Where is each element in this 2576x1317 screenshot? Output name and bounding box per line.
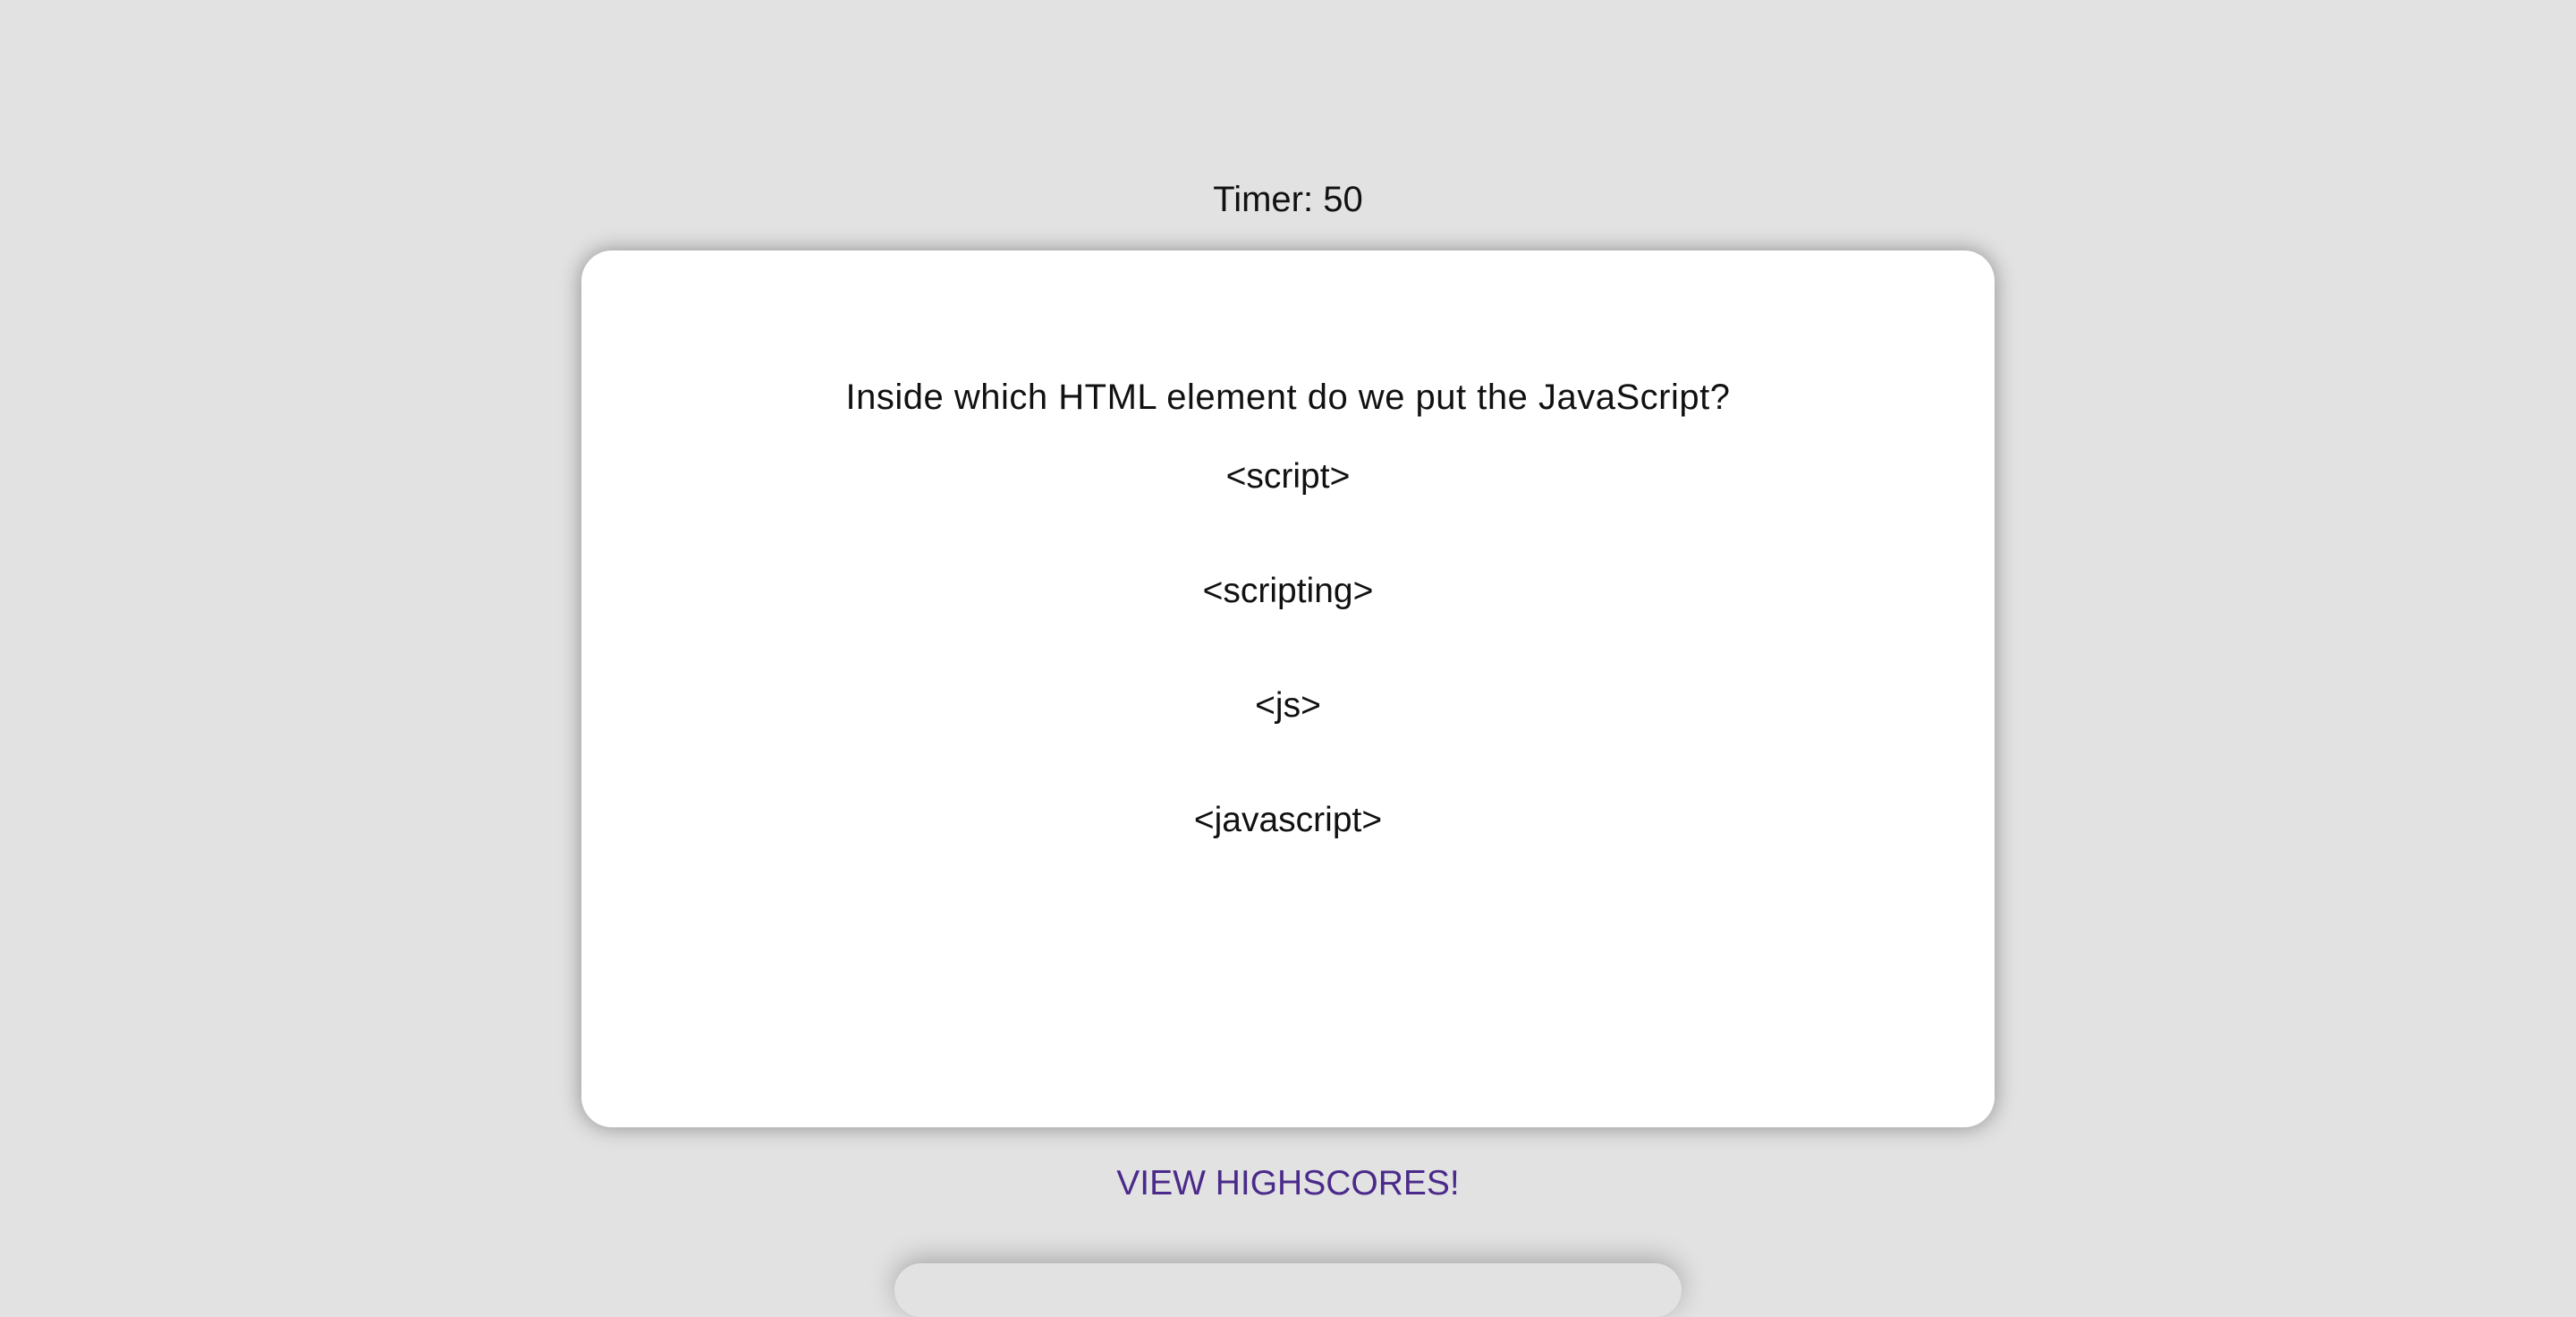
answer-choice-javascript[interactable]: <javascript> [581,796,1995,845]
answer-choice-js[interactable]: <js> [581,682,1995,730]
view-highscores-link[interactable]: VIEW HIGHSCORES! [0,1160,2576,1208]
question-text: Inside which HTML element do we put the … [845,378,1731,417]
timer-display: Timer: 50 [1213,180,1363,219]
answer-choice-scripting[interactable]: <scripting> [581,567,1995,616]
bottom-panel-edge [894,1263,1682,1317]
answer-choice-script[interactable]: <script> [581,453,1995,501]
quiz-card: Inside which HTML element do we put the … [581,251,1995,1127]
